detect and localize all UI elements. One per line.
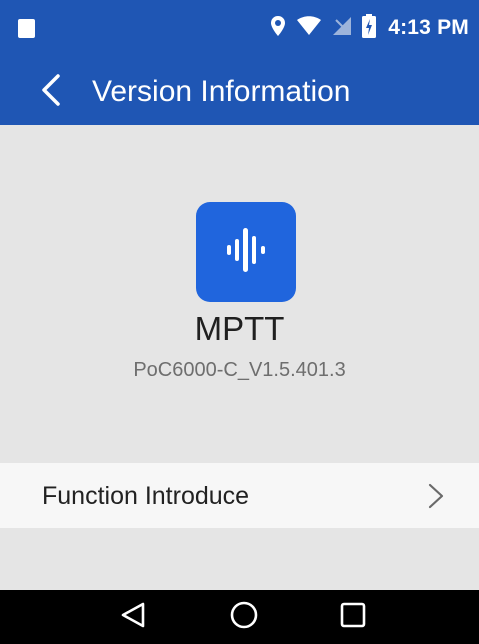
- status-icons: 4:13 PM: [270, 13, 469, 43]
- app-icon: [196, 202, 296, 302]
- notification-square-icon: [18, 19, 35, 38]
- home-circle-icon: [229, 600, 259, 635]
- content-area: MPTT PoC6000-C_V1.5.401.3 Function Intro…: [0, 125, 479, 590]
- audio-waveform-icon: [216, 220, 276, 285]
- chevron-right-icon: [427, 483, 445, 509]
- status-time: 4:13 PM: [388, 16, 469, 39]
- status-bar: 4:13 PM: [0, 0, 479, 60]
- location-icon: [270, 15, 286, 42]
- list-item-label: Function Introduce: [42, 482, 250, 510]
- app-bar: Version Information: [0, 60, 479, 125]
- chevron-left-icon: [39, 73, 63, 112]
- back-button[interactable]: [30, 70, 72, 114]
- page-title: Version Information: [92, 75, 351, 108]
- app-name: MPTT: [194, 310, 285, 347]
- nav-back-button[interactable]: [113, 597, 153, 637]
- recents-square-icon: [339, 601, 367, 634]
- nav-recents-button[interactable]: [333, 597, 373, 637]
- wifi-icon: [296, 15, 322, 41]
- nav-home-button[interactable]: [224, 597, 264, 637]
- navigation-bar: [0, 590, 479, 644]
- app-version: PoC6000-C_V1.5.401.3: [133, 359, 346, 381]
- battery-charging-icon: [362, 13, 377, 43]
- back-triangle-icon: [120, 601, 146, 634]
- function-introduce-item[interactable]: Function Introduce: [0, 463, 479, 528]
- no-sim-icon: [332, 16, 352, 41]
